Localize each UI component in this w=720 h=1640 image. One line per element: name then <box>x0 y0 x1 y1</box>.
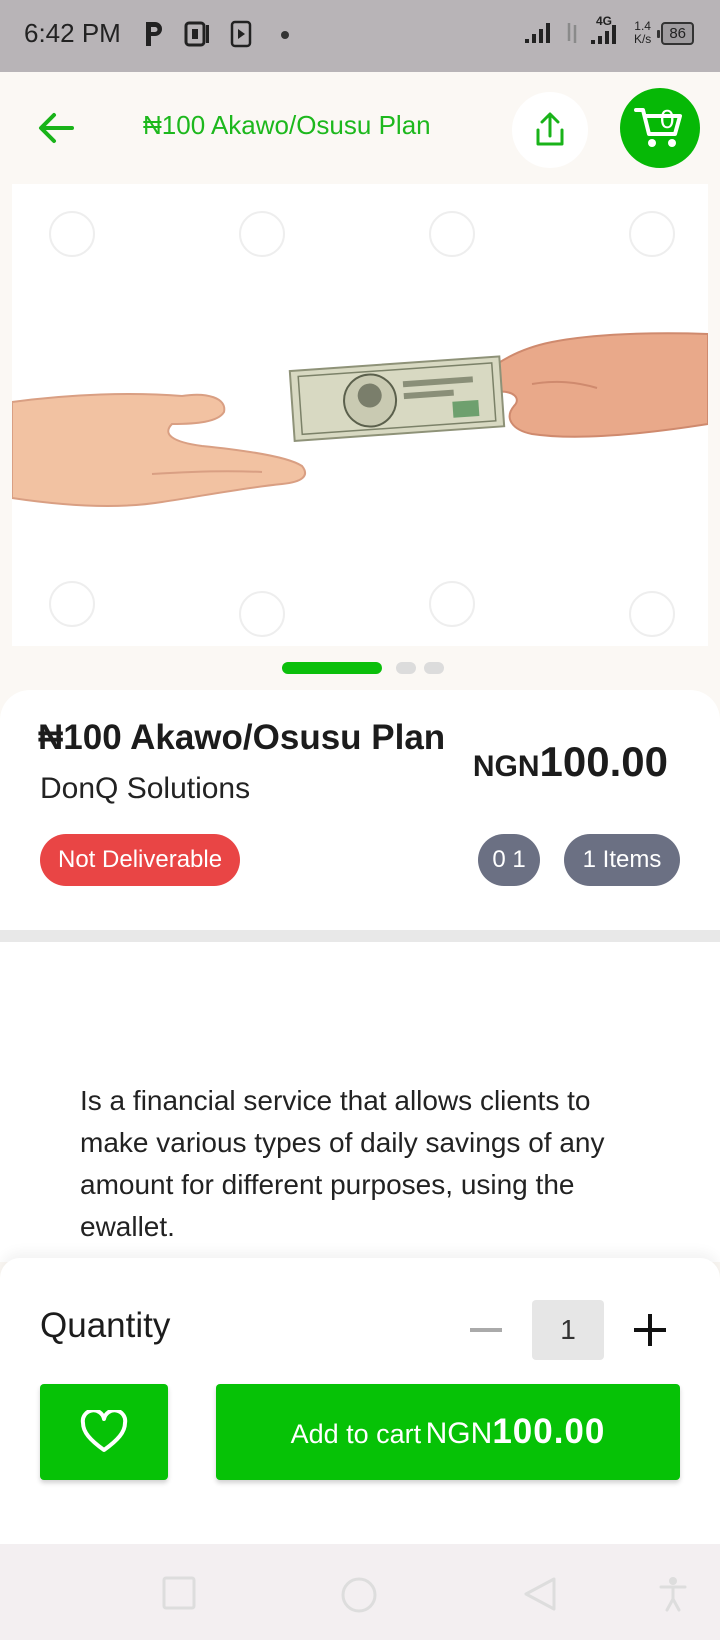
add-to-cart-button[interactable]: Add to cart NGN100.00 <box>216 1384 680 1480</box>
price-amount: 100.00 <box>539 738 668 785</box>
quantity-label: Quantity <box>40 1306 171 1345</box>
battery-icon: 86 <box>657 21 694 45</box>
add-to-cart-currency: NGN <box>425 1417 493 1450</box>
section-divider <box>0 930 720 942</box>
product-price: NGN100.00 <box>473 738 668 786</box>
items-badge: 1 Items <box>564 834 680 886</box>
carousel-indicator[interactable] <box>0 660 720 674</box>
more-notifications-dot-icon <box>281 31 289 39</box>
back-arrow-icon <box>39 113 74 143</box>
network-speed: 1.4 K/s <box>634 20 651 46</box>
status-bar: 6:42 PM 4G 1.4 K/s 86 <box>0 0 720 72</box>
product-info-card: ₦100 Akawo/Osusu Plan DonQ Solutions NGN… <box>0 690 720 930</box>
media-notification-icon <box>230 20 252 48</box>
home-circle-icon[interactable] <box>340 1576 378 1614</box>
product-image[interactable] <box>12 184 708 646</box>
signal-4g: 4G <box>590 14 624 48</box>
quantity-input[interactable]: 1 <box>532 1300 604 1360</box>
favorite-button[interactable] <box>40 1384 168 1480</box>
share-button[interactable] <box>512 92 588 168</box>
product-description: Is a financial service that allows clien… <box>80 1085 605 1242</box>
app-notification-icon <box>184 21 209 47</box>
carousel-dot-active[interactable] <box>282 662 382 674</box>
recents-square-icon[interactable] <box>162 1576 196 1610</box>
price-currency: NGN <box>472 750 540 783</box>
signal-icon <box>524 23 550 43</box>
page-title: ₦100 Akawo/Osusu Plan <box>143 110 431 140</box>
accessibility-icon[interactable] <box>658 1576 688 1612</box>
count-badge: 0 1 <box>478 834 540 886</box>
description-section: Is a financial service that allows clien… <box>0 942 720 1262</box>
system-nav-bar <box>0 1544 720 1640</box>
back-triangle-icon[interactable] <box>522 1576 558 1612</box>
delivery-status-badge: Not Deliverable <box>40 834 241 886</box>
heart-icon <box>80 1410 128 1452</box>
signal-4g-icon <box>590 25 616 44</box>
quantity-increment-button[interactable] <box>634 1314 666 1346</box>
carousel-dot[interactable] <box>396 662 416 674</box>
app-header: ₦100 Akawo/Osusu Plan 0 <box>0 72 720 184</box>
add-to-cart-label: Add to cart <box>290 1419 422 1449</box>
add-to-cart-amount: 100.00 <box>492 1412 606 1451</box>
hands-exchanging-dollar-bill-image <box>12 184 708 646</box>
parking-icon <box>146 22 162 46</box>
carousel-dot[interactable] <box>424 662 444 674</box>
back-button[interactable] <box>36 108 76 148</box>
cart-button[interactable]: 0 <box>620 88 700 168</box>
data-transfer-icon <box>567 23 577 43</box>
purchase-panel: Quantity 1 Add to cart NGN100.00 <box>0 1258 720 1544</box>
product-name: ₦100 Akawo/Osusu Plan <box>38 718 446 757</box>
cart-icon <box>634 108 682 147</box>
cart-count: 0 <box>660 104 675 134</box>
status-time: 6:42 PM <box>24 18 121 48</box>
speed-unit: K/s <box>633 32 652 46</box>
vendor-name[interactable]: DonQ Solutions <box>40 772 250 806</box>
quantity-decrement-button[interactable] <box>470 1328 502 1332</box>
share-icon <box>536 112 564 146</box>
status-right-group: 4G 1.4 K/s 86 <box>524 14 694 48</box>
